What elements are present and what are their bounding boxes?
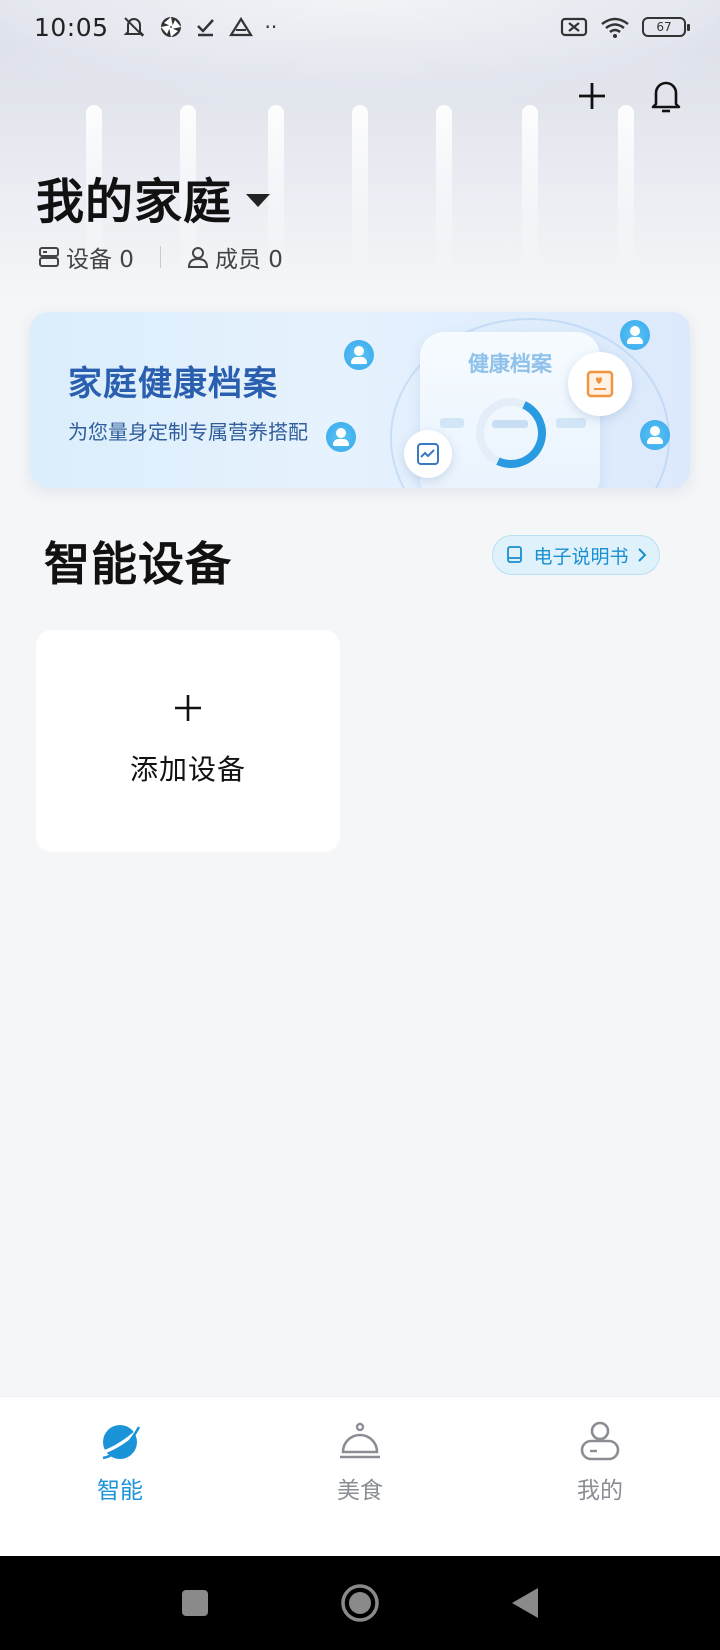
bottom-navigation: 智能 美食 我的 (0, 1396, 720, 1556)
aperture-icon (160, 17, 181, 37)
home-stats: 设备 0 成员 0 (38, 240, 283, 274)
add-device-card[interactable]: 添加设备 (36, 630, 340, 852)
chart-report-icon (404, 430, 452, 478)
person-avatar-icon (620, 320, 650, 350)
light-pillar (436, 105, 452, 275)
check-icon (196, 19, 214, 37)
recents-square-icon[interactable] (180, 1588, 210, 1618)
cloche-icon (340, 1422, 380, 1459)
person-avatar-icon (640, 420, 670, 450)
tab-mine-label: 我的 (577, 1478, 623, 1504)
plus-icon (175, 695, 201, 721)
health-profile-banner[interactable]: 家庭健康档案 为您量身定制专属营养搭配 健康档案 (30, 312, 690, 488)
tab-smart-label: 智能 (97, 1478, 143, 1504)
home-title: 我的家庭 (36, 174, 233, 230)
add-button[interactable] (568, 72, 616, 120)
notification-button[interactable] (642, 72, 690, 120)
tab-food[interactable]: 美食 (280, 1419, 440, 1556)
light-pillar (522, 105, 538, 275)
donut-graphic (466, 388, 556, 478)
caret-down-icon (246, 193, 271, 207)
system-navigation-bar (0, 1556, 720, 1650)
device-count[interactable]: 设备 0 (38, 240, 134, 274)
device-count-label: 设备 0 (66, 247, 134, 273)
battery-level: 67 (656, 20, 672, 34)
mute-bell-icon (123, 17, 144, 37)
plus-icon (579, 83, 605, 109)
e-manual-button[interactable]: 电子说明书 (492, 535, 660, 575)
light-pillar (618, 105, 634, 275)
drive-icon (228, 16, 253, 37)
add-device-label: 添加设备 (129, 753, 246, 786)
no-sim-icon (560, 17, 588, 37)
person-avatar-icon (344, 340, 374, 370)
wifi-icon (601, 17, 629, 38)
banner-subtitle: 为您量身定制专属营养搭配 (68, 420, 308, 444)
stats-divider (159, 246, 161, 268)
person-avatar-icon (326, 422, 356, 452)
heart-report-icon (568, 352, 632, 416)
member-count-label: 成员 0 (214, 247, 283, 273)
planet-icon (99, 1425, 142, 1460)
bar-graphic (440, 418, 464, 428)
book-icon (507, 546, 523, 563)
battery-indicator: 67 (642, 17, 690, 37)
profile-icon (580, 1421, 620, 1461)
bell-icon (651, 81, 681, 113)
back-triangle-icon[interactable] (510, 1586, 540, 1620)
status-time: 10:05 (34, 12, 109, 42)
device-icon (39, 247, 59, 267)
bar-graphic (556, 418, 586, 428)
light-pillar (352, 105, 368, 275)
home-selector[interactable]: 我的家庭 (36, 162, 271, 232)
member-count[interactable]: 成员 0 (187, 240, 283, 274)
person-icon (187, 247, 208, 268)
banner-title: 家庭健康档案 (68, 364, 278, 404)
more-dots-icon: ·· (264, 15, 278, 39)
home-circle-icon[interactable] (340, 1583, 380, 1623)
status-right: 67 (560, 16, 690, 38)
section-title: 智能设备 (44, 537, 232, 591)
tab-mine[interactable]: 我的 (520, 1419, 680, 1556)
e-manual-label: 电子说明书 (533, 545, 629, 568)
tab-smart[interactable]: 智能 (40, 1419, 200, 1556)
status-left: 10:05 ·· (34, 13, 277, 42)
tab-food-label: 美食 (337, 1478, 383, 1504)
bar-graphic (492, 420, 528, 428)
chevron-right-icon (637, 548, 646, 562)
status-bar: 10:05 ·· 67 (0, 0, 720, 54)
